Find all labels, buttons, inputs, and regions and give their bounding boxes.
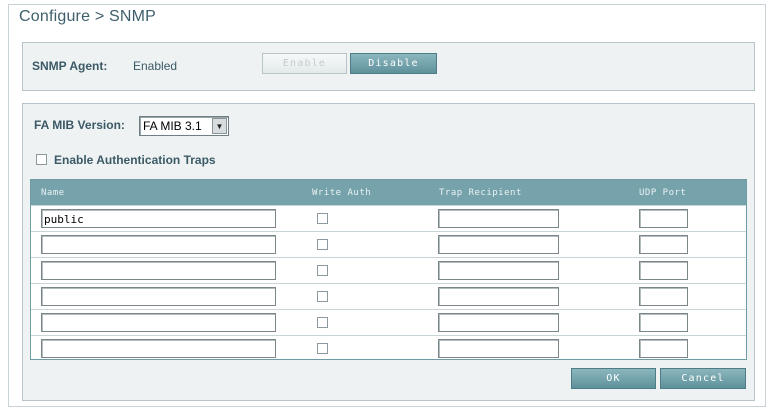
page-title: Configure > SNMP [19,8,157,25]
write-auth-checkbox[interactable] [317,239,328,250]
header-name: Name [41,188,65,198]
write-auth-checkbox[interactable] [317,291,328,302]
table-row: public [31,205,746,231]
name-input[interactable] [41,261,276,280]
table-row [31,231,746,257]
auth-traps-checkbox[interactable] [36,154,47,165]
table-row [31,309,746,335]
snmp-settings-panel: FA MIB Version: FA MIB 3.1 ▼ Enable Auth… [22,103,755,401]
write-auth-checkbox[interactable] [317,213,328,224]
cancel-button[interactable]: Cancel [660,368,746,389]
mib-version-value: FA MIB 3.1 [143,119,202,133]
name-input[interactable] [41,339,276,358]
udp-port-input[interactable] [639,287,688,306]
auth-traps-label: Enable Authentication Traps [54,153,216,167]
name-input[interactable] [41,235,276,254]
name-input[interactable] [41,287,276,306]
trap-recipient-input[interactable] [438,339,559,358]
write-auth-checkbox[interactable] [317,317,328,328]
mib-version-select[interactable]: FA MIB 3.1 ▼ [139,116,229,136]
header-write-auth: Write Auth [312,188,372,198]
table-row [31,283,746,309]
snmp-agent-label: SNMP Agent: [32,59,108,73]
header-udp-port: UDP Port [639,188,687,198]
snmp-agent-panel: SNMP Agent: Enabled Enable Disable [22,42,755,91]
table-header: Name Write Auth Trap Recipient UDP Port [31,180,746,205]
udp-port-input[interactable] [639,339,688,358]
table-row [31,335,746,361]
header-trap-recipient: Trap Recipient [439,188,522,198]
trap-recipient-input[interactable] [438,209,559,228]
enable-button[interactable]: Enable [262,53,347,74]
disable-button[interactable]: Disable [350,53,437,74]
udp-port-input[interactable] [639,261,688,280]
trap-recipient-input[interactable] [438,313,559,332]
trap-recipient-input[interactable] [438,261,559,280]
write-auth-checkbox[interactable] [317,343,328,354]
udp-port-input[interactable] [639,235,688,254]
name-input[interactable]: public [41,209,276,228]
trap-recipient-input[interactable] [438,287,559,306]
name-input[interactable] [41,313,276,332]
udp-port-input[interactable] [639,313,688,332]
write-auth-checkbox[interactable] [317,265,328,276]
snmp-agent-status: Enabled [133,59,178,73]
mib-version-label: FA MIB Version: [34,118,125,132]
udp-port-input[interactable] [639,209,688,228]
table-row [31,257,746,283]
trap-recipient-input[interactable] [438,235,559,254]
community-table: Name Write Auth Trap Recipient UDP Port … [30,179,747,360]
ok-button[interactable]: OK [571,368,656,389]
chevron-down-icon[interactable]: ▼ [212,118,227,134]
